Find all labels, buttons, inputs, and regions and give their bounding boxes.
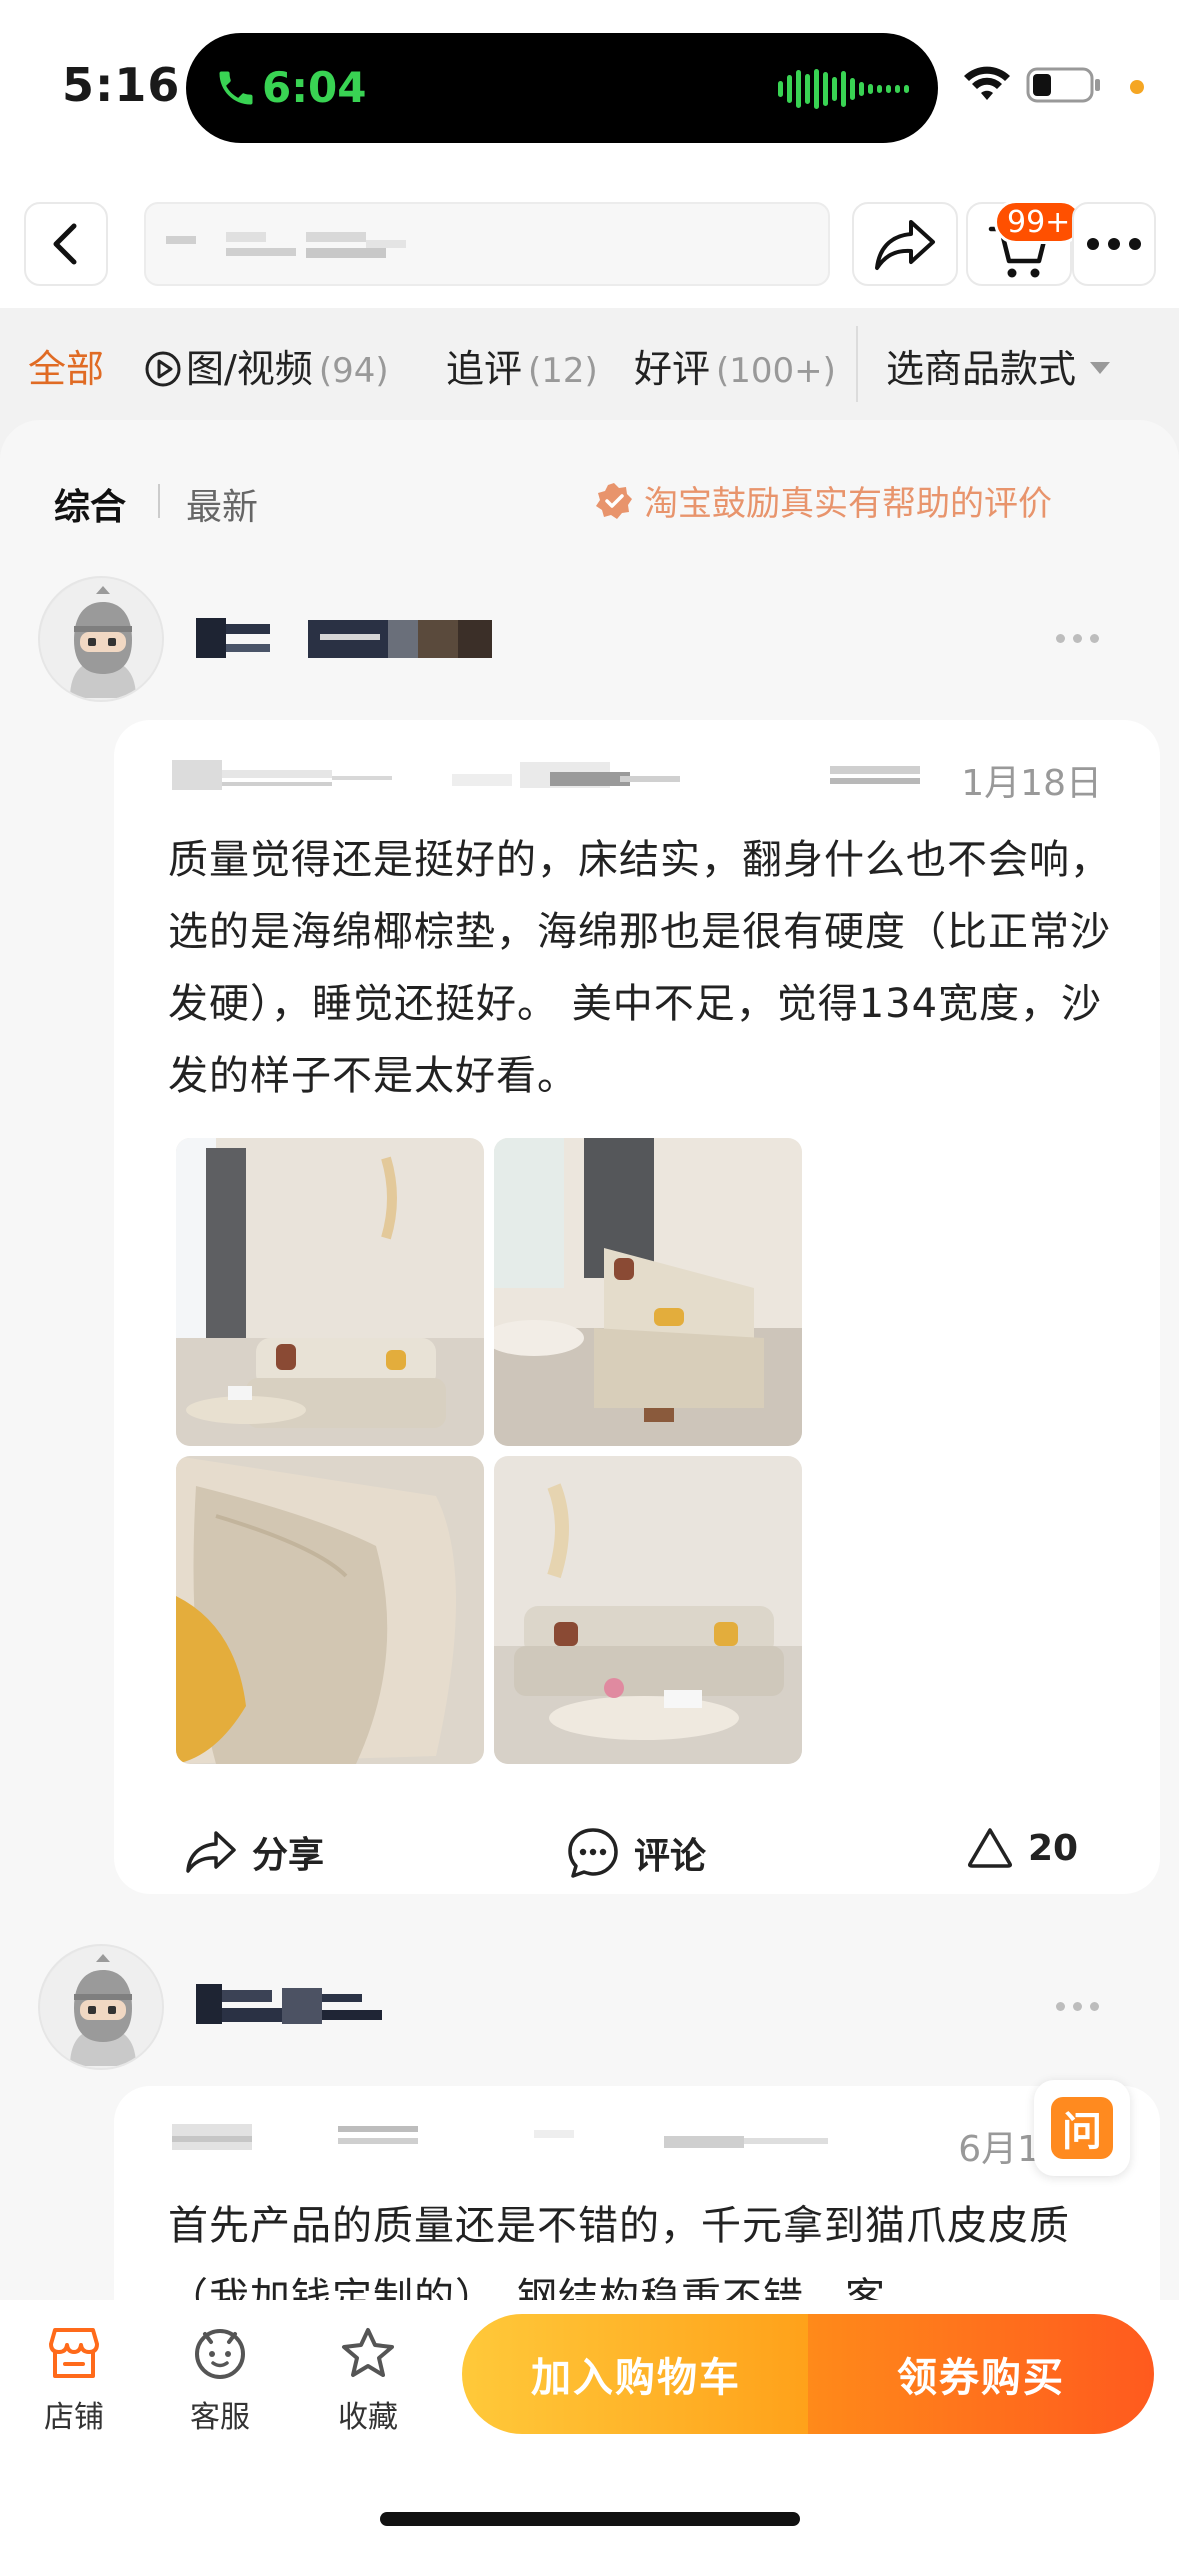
sofa-photo — [176, 1138, 484, 1446]
more-options-icon[interactable] — [1056, 634, 1099, 643]
ninja-avatar-icon — [40, 1946, 162, 2068]
comment-icon — [568, 1828, 618, 1878]
review-photo[interactable] — [494, 1456, 802, 1764]
call-duration: 6:04 — [262, 63, 367, 112]
customer-service-icon — [195, 2329, 245, 2379]
comment-button[interactable]: 评论 — [566, 1826, 706, 1880]
back-button[interactable] — [24, 202, 108, 286]
sort-latest[interactable]: 最新 — [186, 478, 258, 530]
product-style-select[interactable]: 选商品款式 — [886, 338, 1111, 393]
tab-positive[interactable]: 好评 (100+) — [634, 338, 836, 393]
redacted-username — [196, 618, 226, 658]
review-date: 1月18日 — [961, 763, 1102, 804]
divider — [158, 484, 160, 518]
verified-badge-icon — [596, 482, 632, 519]
divider — [856, 326, 858, 402]
ask-question-button[interactable]: 问 — [1034, 2080, 1130, 2176]
coupon-buy-button[interactable]: 领券购买 — [808, 2314, 1154, 2434]
play-icon — [145, 351, 181, 387]
sofa-cushion-photo — [176, 1456, 484, 1764]
customer-service-button[interactable]: 客服 — [160, 2326, 280, 2436]
sofa-photo — [494, 1138, 802, 1446]
review-photo[interactable] — [494, 1138, 802, 1446]
review-text: 质量觉得还是挺好的，床结实，翻身什么也不会响，选的是海绵椰棕垫，海绵那也是很有硬… — [168, 837, 1111, 1099]
add-to-cart-button[interactable]: 加入购物车 — [462, 2314, 810, 2434]
back-icon — [53, 223, 77, 265]
ninja-avatar-icon — [40, 578, 162, 700]
cart-badge: 99+ — [994, 200, 1084, 244]
review-filter-bar: 全部 图/视频 (94) 追评 (12) 好评 (100+) 选商品款式 — [0, 308, 1179, 420]
like-count: 20 — [1028, 1827, 1079, 1869]
battery-icon — [1026, 67, 1100, 103]
sort-comprehensive[interactable]: 综合 — [54, 478, 126, 530]
like-button[interactable]: 20 — [966, 1826, 1078, 1870]
authentic-review-notice: 淘宝鼓励真实有帮助的评价 — [594, 476, 1052, 525]
review-card: 1月18日 质量觉得还是挺好的，床结实，翻身什么也不会响，选的是海绵椰棕垫，海绵… — [114, 720, 1160, 1894]
share-review-button[interactable]: 分享 — [184, 1826, 324, 1878]
tab-media[interactable]: 图/视频 (94) — [144, 338, 389, 393]
home-indicator[interactable] — [380, 2512, 800, 2526]
review-actions: 分享 评论 20 — [114, 1812, 1160, 1892]
more-button[interactable] — [1072, 202, 1156, 286]
privacy-indicator — [1130, 80, 1144, 94]
review-photo[interactable] — [176, 1456, 484, 1764]
dynamic-island-call[interactable]: 6:04 — [186, 33, 938, 143]
avatar[interactable] — [38, 1944, 164, 2070]
phone-icon — [219, 71, 253, 105]
ask-icon: 问 — [1051, 2097, 1113, 2159]
share-icon — [186, 1831, 236, 1873]
status-time: 5:16 — [62, 58, 181, 112]
share-icon — [875, 220, 935, 270]
redacted-sku — [172, 760, 222, 790]
redacted-text — [166, 236, 196, 244]
status-bar: 5:16 6:04 — [0, 0, 1179, 180]
tab-all[interactable]: 全部 — [28, 338, 104, 393]
redacted-username — [196, 1984, 222, 2024]
favorite-button[interactable]: 收藏 — [308, 2326, 428, 2436]
wifi-icon — [964, 66, 1010, 100]
sofa-photo — [494, 1456, 802, 1764]
more-icon — [1087, 238, 1141, 250]
store-icon — [49, 2328, 99, 2378]
search-input[interactable] — [144, 202, 830, 286]
caret-down-icon — [1090, 362, 1111, 374]
review-date: 6月1 — [958, 2129, 1040, 2170]
store-button[interactable]: 店铺 — [14, 2326, 134, 2436]
review-photo[interactable] — [176, 1138, 484, 1446]
like-icon — [968, 1828, 1012, 1868]
more-options-icon[interactable] — [1056, 2002, 1099, 2011]
nav-bar: 99+ — [0, 180, 1179, 308]
avatar[interactable] — [38, 576, 164, 702]
star-icon — [342, 2328, 394, 2377]
share-button[interactable] — [852, 202, 958, 286]
waveform-icon — [778, 69, 909, 109]
review-panel: 综合 最新 淘宝鼓励真实有帮助的评价 1月18日 质量觉得还是挺好的，床结实，翻… — [0, 420, 1179, 2386]
review-photo-grid — [176, 1138, 804, 1766]
tab-follow-up[interactable]: 追评 (12) — [446, 338, 598, 393]
